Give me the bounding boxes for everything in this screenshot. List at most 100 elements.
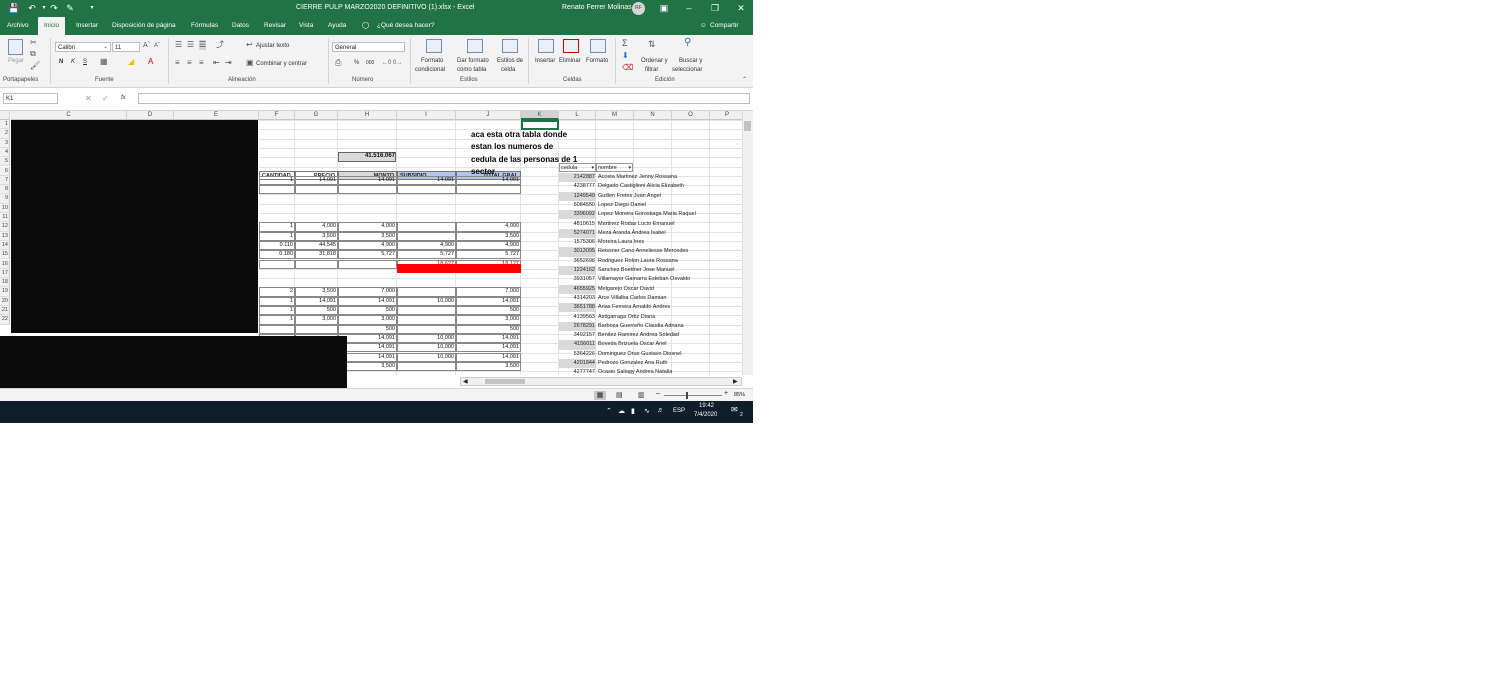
zoom-slider[interactable]	[664, 395, 722, 396]
zoom-slider-thumb[interactable]	[686, 392, 688, 399]
cell-h[interactable]: 3,000	[338, 315, 395, 324]
paint-icon[interactable]: ✎	[64, 2, 76, 14]
name-box[interactable]: K1	[3, 93, 58, 104]
column-header[interactable]: L	[559, 111, 596, 120]
nombre-cell[interactable]: Arias Ferreira Arnaldo Andres	[598, 303, 670, 312]
decrease-indent-icon[interactable]: ⇤	[213, 58, 220, 68]
align-bottom-icon[interactable]: ☰	[199, 40, 207, 50]
row-header[interactable]: 8	[0, 185, 10, 195]
share-button[interactable]: Compartir	[710, 17, 739, 35]
cell-f[interactable]: 1	[259, 232, 293, 241]
cell-h[interactable]: 7,000	[338, 287, 395, 296]
minimize-icon[interactable]: –	[677, 0, 701, 17]
column-header[interactable]: G	[295, 111, 338, 120]
cell-g[interactable]: 31,818	[295, 250, 336, 259]
decrease-decimal-icon[interactable]: 0→	[393, 58, 402, 68]
nombre-cell[interactable]: Moreira Laura Ines	[598, 238, 644, 247]
cedula-cell[interactable]: 4156011	[559, 340, 595, 349]
cancel-icon[interactable]: ✕	[85, 94, 92, 104]
close-icon[interactable]: ✕	[729, 0, 753, 17]
column-header[interactable]: P	[710, 111, 742, 120]
tab-ayuda[interactable]: Ayuda	[328, 17, 346, 35]
tell-me-search[interactable]: ¿Qué desea hacer?	[377, 17, 434, 35]
align-left-icon[interactable]: ≡	[175, 58, 180, 68]
cell-h[interactable]: 5,727	[338, 250, 395, 259]
cell-h[interactable]: 3,500	[338, 232, 395, 241]
grow-font-icon[interactable]: Aˆ	[143, 41, 150, 51]
align-top-icon[interactable]: ☰	[175, 40, 182, 50]
cedula-cell[interactable]: 1224162	[559, 266, 595, 275]
cell-h[interactable]: 4,900	[338, 241, 395, 250]
cell-f[interactable]: 0.110	[259, 241, 293, 250]
cell-i[interactable]	[397, 287, 454, 296]
nombre-cell[interactable]: Barboza Guerreño Claudia Adriana	[598, 322, 684, 331]
cell-j[interactable]: 3,000	[456, 315, 519, 324]
chevron-up-icon[interactable]: ⌃	[606, 407, 612, 415]
bold-button[interactable]: N	[59, 59, 63, 65]
battery-icon[interactable]: ▮	[631, 407, 635, 415]
cut-icon[interactable]: ✂	[30, 38, 37, 48]
align-right-icon[interactable]: ≡	[199, 58, 204, 68]
page-layout-icon[interactable]: ▤	[616, 391, 623, 399]
nombre-cell[interactable]: Boveda Brizuela Oscar Ariel	[598, 340, 666, 349]
thousands-button[interactable]: 000	[366, 60, 374, 66]
cedula-cell[interactable]: 2142887	[559, 173, 595, 182]
cell-f[interactable]	[259, 325, 293, 334]
sort-filter-icon[interactable]: ⇅	[648, 39, 656, 49]
cell-f[interactable]: 1	[259, 222, 293, 231]
page-break-icon[interactable]: ▥	[638, 391, 645, 399]
cedula-cell[interactable]: 4201844	[559, 359, 595, 368]
cell-i[interactable]	[397, 325, 454, 334]
cell-g[interactable]: 3,500	[295, 287, 336, 296]
nombre-cell[interactable]: Lopez Moreira Gorostiaga Maria Raquel	[598, 210, 696, 219]
cedula-cell[interactable]: 4277747	[559, 368, 595, 375]
row-header[interactable]: 10	[0, 203, 10, 213]
column-header[interactable]: K	[521, 111, 559, 120]
wifi-icon[interactable]: ∿	[644, 407, 650, 415]
horizontal-scrollbar[interactable]: ◀ ▶	[460, 377, 742, 386]
format-cells-icon[interactable]	[590, 39, 606, 53]
restore-icon[interactable]: ❐	[703, 0, 727, 17]
header-cedula[interactable]: cedula ▾	[559, 163, 596, 173]
nombre-cell[interactable]: Lopez Diego Daniel	[598, 201, 646, 210]
insert-function-icon[interactable]: fx	[121, 95, 126, 101]
scroll-thumb-h[interactable]	[485, 379, 525, 384]
cell-j[interactable]: 500	[456, 325, 519, 334]
cedula-cell[interactable]: 1249549	[559, 192, 595, 201]
normal-view-icon[interactable]: ▦	[594, 391, 606, 400]
scroll-left-icon[interactable]: ◀	[463, 378, 468, 385]
zoom-level[interactable]: 85%	[734, 392, 745, 398]
cell-f[interactable]: 1	[259, 297, 293, 306]
nombre-cell[interactable]: Melgarejo Oscar David	[598, 285, 654, 294]
tab-insertar[interactable]: Insertar	[76, 17, 98, 35]
cedula-cell[interactable]: 3492157	[559, 331, 595, 340]
cell-i[interactable]	[397, 232, 454, 241]
nombre-cell[interactable]: Reissner Cano Anneliesse Mercedes	[598, 247, 688, 256]
tab-datos[interactable]: Datos	[232, 17, 249, 35]
font-size-select[interactable]: 11	[112, 42, 140, 52]
format-as-table-button-2[interactable]: como tabla	[457, 67, 486, 73]
collapse-ribbon-icon[interactable]: ⌃	[742, 75, 747, 85]
cell-j[interactable]: 4,900	[456, 241, 519, 250]
cloud-icon[interactable]: ☁	[618, 407, 625, 415]
row-header[interactable]: 9	[0, 194, 10, 204]
conditional-format-icon[interactable]	[426, 39, 442, 53]
cell-j[interactable]: 14,091	[456, 297, 519, 306]
merge-center-button[interactable]: Combinar y centrar	[256, 61, 307, 67]
row-header[interactable]: 21	[0, 306, 10, 316]
formula-input[interactable]	[138, 93, 750, 104]
row-header[interactable]: 20	[0, 296, 10, 306]
cell-i[interactable]: 4,900	[397, 241, 454, 250]
cedula-cell[interactable]: 5364226	[559, 350, 595, 359]
cell-j[interactable]: 5,727	[456, 250, 519, 259]
cedula-cell[interactable]: 3652696	[559, 257, 595, 266]
cedula-cell[interactable]: 4139563	[559, 313, 595, 322]
column-header[interactable]: N	[634, 111, 672, 120]
row-header[interactable]: 22	[0, 315, 10, 325]
nombre-cell[interactable]: Acosta Martinez Jenny Rossana	[598, 173, 677, 182]
language-indicator[interactable]: ESP	[673, 408, 685, 414]
fill-icon[interactable]: ⬇	[622, 51, 629, 61]
paste-button[interactable]: Pegar	[8, 58, 24, 64]
cell-i[interactable]	[397, 222, 454, 231]
nombre-cell[interactable]: Dominguez Orue Gustavo Diosnel	[598, 350, 681, 359]
